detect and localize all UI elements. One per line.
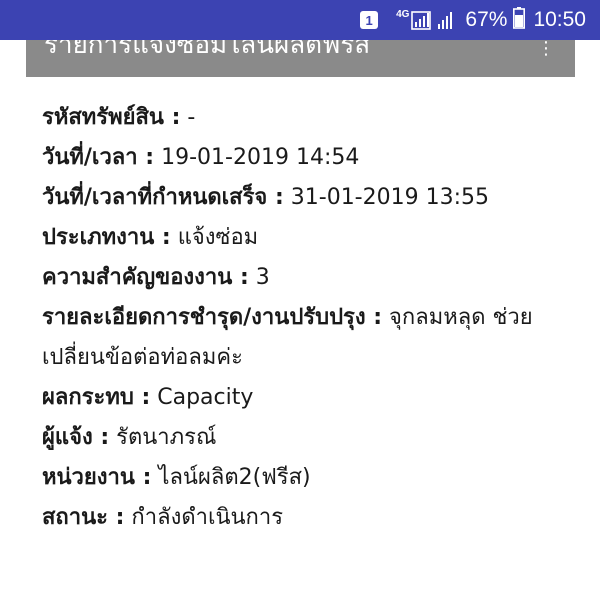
detail-value: แจ้งซ่อม <box>170 225 259 250</box>
header-bar: รายการแจ้งซ่อมไลน์ผลิตฟรีส ⋮ <box>26 40 575 77</box>
network-type: 4G <box>396 8 410 20</box>
detail-value: กำลังดำเนินการ <box>124 505 284 530</box>
detail-value: 19-01-2019 14:54 <box>154 145 360 170</box>
detail-label: สถานะ : <box>42 505 125 530</box>
detail-row-department: หน่วยงาน : ไลน์ผลิต2(ฟรีส) <box>42 458 562 498</box>
detail-label: วันที่/เวลาที่กำหนดเสร็จ : <box>42 185 284 210</box>
detail-label: ผู้แจ้ง : <box>42 425 110 450</box>
detail-row-job-type: ประเภทงาน : แจ้งซ่อม <box>42 218 562 258</box>
detail-row-due-datetime: วันที่/เวลาที่กำหนดเสร็จ : 31-01-2019 13… <box>42 178 562 218</box>
battery-percent: 67% <box>465 8 508 31</box>
detail-value: 31-01-2019 13:55 <box>283 185 490 210</box>
detail-label: หน่วยงาน : <box>42 465 152 490</box>
detail-label: รหัสทรัพย์สิน : <box>42 105 181 130</box>
more-vert-icon[interactable]: ⋮ <box>537 40 555 59</box>
detail-value: ไลน์ผลิต2(ฟรีส) <box>151 465 311 490</box>
ticket-details: รหัสทรัพย์สิน : - วันที่/เวลา : 19-01-20… <box>42 98 562 538</box>
detail-row-description: รายละเอียดการชำรุด/งานปรับปรุง : จุกลมหล… <box>42 298 562 378</box>
detail-value: - <box>180 105 196 130</box>
detail-label: วันที่/เวลา : <box>42 145 155 170</box>
detail-value: 3 <box>248 265 270 290</box>
detail-value: รัตนาภรณ์ <box>109 425 217 450</box>
clock: 10:50 <box>533 8 586 31</box>
detail-row-priority: ความสำคัญของงาน : 3 <box>42 258 562 298</box>
detail-row-datetime: วันที่/เวลา : 19-01-2019 14:54 <box>42 138 562 178</box>
detail-value: Capacity <box>150 385 254 410</box>
battery-icon <box>513 6 526 34</box>
detail-row-asset-code: รหัสทรัพย์สิน : - <box>42 98 562 138</box>
detail-label: ผลกระทบ : <box>42 385 151 410</box>
page-title: รายการแจ้งซ่อมไลน์ผลิตฟรีส <box>44 40 371 60</box>
status-bar: 1 4G 67% 10:50 <box>0 0 600 40</box>
detail-label: ประเภทงาน : <box>42 225 171 250</box>
detail-label: รายละเอียดการชำรุด/งานปรับปรุง : <box>42 305 383 330</box>
notification-badge: 1 <box>360 11 379 29</box>
detail-row-reporter: ผู้แจ้ง : รัตนาภรณ์ <box>42 418 562 458</box>
detail-row-impact: ผลกระทบ : Capacity <box>42 378 562 418</box>
signal-icon <box>411 10 457 30</box>
detail-label: ความสำคัญของงาน : <box>42 265 249 290</box>
detail-row-status: สถานะ : กำลังดำเนินการ <box>42 498 562 538</box>
